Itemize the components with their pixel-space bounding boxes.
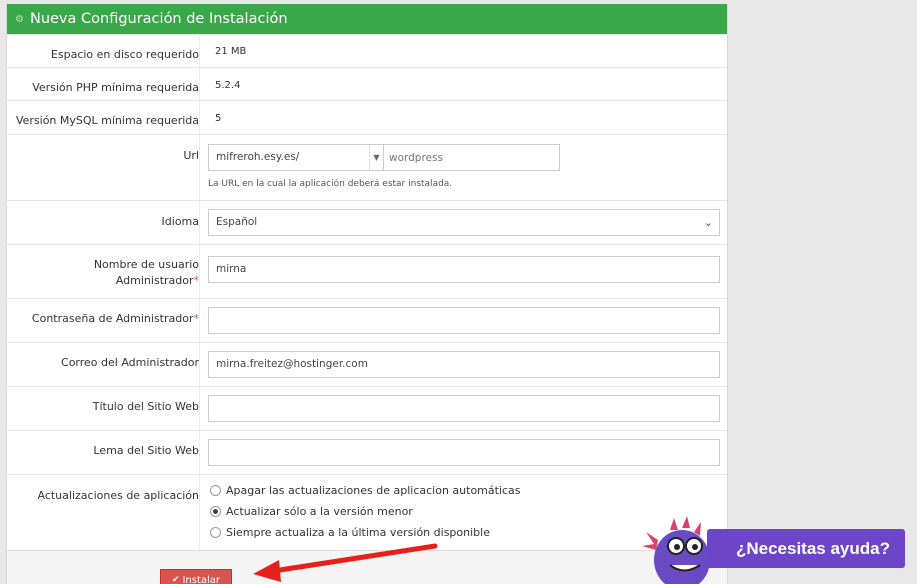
disk-space-label: Espacio en disco requerido <box>50 48 199 61</box>
row-admin-username: Nombre de usuario Administrador* mirna <box>7 244 727 298</box>
installation-panel: ⚙ Nueva Configuración de Instalación Esp… <box>6 4 728 584</box>
panel-header: ⚙ Nueva Configuración de Instalación <box>7 4 727 34</box>
admin-password-input[interactable] <box>208 307 720 334</box>
panel-title: Nueva Configuración de Instalación <box>29 11 288 27</box>
caret-down-icon: ▼ <box>369 145 383 170</box>
admin-password-label: Contraseña de Administrador* <box>31 312 199 325</box>
site-tagline-input[interactable] <box>208 439 720 466</box>
language-selected: Español <box>216 216 258 228</box>
url-label: Url <box>183 149 199 162</box>
settings-icon: ⚙ <box>15 13 24 25</box>
language-label: Idioma <box>161 215 199 228</box>
mysql-version-value: 5 <box>215 113 222 124</box>
row-admin-password: Contraseña de Administrador* <box>7 298 727 342</box>
row-language: Idioma Español ⌄ <box>7 200 727 244</box>
install-button[interactable]: ✔ Instalar <box>160 569 232 584</box>
row-site-tagline: Lema del Sitio Web <box>7 430 727 474</box>
check-icon: ✔ <box>171 575 180 584</box>
php-version-label: Versión PHP mínima requerida <box>32 81 199 94</box>
radio-circle <box>210 506 221 517</box>
row-site-title: Título del Sitio Web <box>7 386 727 430</box>
admin-username-input[interactable]: mirna <box>208 256 720 283</box>
radio-updates-minor[interactable]: Actualizar sólo a la versión menor <box>210 501 521 522</box>
site-title-label: Título del Sitio Web <box>92 400 199 413</box>
radio-circle <box>210 527 221 538</box>
language-select[interactable]: Español ⌄ <box>208 209 720 236</box>
row-disk-space: Espacio en disco requerido 21 MB <box>7 34 727 67</box>
admin-email-label: Correo del Administrador <box>61 356 199 369</box>
red-arrow-annotation <box>253 543 438 582</box>
monster-mascot-icon[interactable] <box>640 510 716 584</box>
help-chat-button[interactable]: ¿Necesitas ayuda? <box>707 529 905 568</box>
url-hint: La URL en la cual la aplicación deberá e… <box>208 179 453 189</box>
app-updates-label: Actualizaciones de aplicación <box>37 489 199 502</box>
php-version-value: 5.2.4 <box>215 80 241 91</box>
radio-circle <box>210 485 221 496</box>
site-title-input[interactable] <box>208 395 720 422</box>
row-mysql-version: Versión MySQL mínima requerida 5 <box>7 100 727 134</box>
row-admin-email: Correo del Administrador mirna.freitez@h… <box>7 342 727 386</box>
url-domain-select[interactable]: mifreroh.esy.es/ ▼ <box>208 144 384 171</box>
disk-space-value: 21 MB <box>215 46 247 57</box>
url-directory-input[interactable] <box>384 144 560 171</box>
updates-radio-group: Apagar las actualizaciones de aplicacion… <box>210 480 521 543</box>
help-label: ¿Necesitas ayuda? <box>735 538 890 558</box>
site-tagline-label: Lema del Sitio Web <box>93 444 199 457</box>
admin-username-label: Nombre de usuario Administrador* <box>93 258 199 287</box>
row-url: Url mifreroh.esy.es/ ▼ La URL en la cual… <box>7 134 727 200</box>
radio-updates-off[interactable]: Apagar las actualizaciones de aplicacion… <box>210 480 521 501</box>
url-domain-value: mifreroh.esy.es/ <box>216 151 300 163</box>
admin-email-input[interactable]: mirna.freitez@hostinger.com <box>208 351 720 378</box>
mysql-version-label: Versión MySQL mínima requerida <box>15 114 199 127</box>
row-php-version: Versión PHP mínima requerida 5.2.4 <box>7 67 727 100</box>
chevron-down-icon: ⌄ <box>703 216 713 229</box>
